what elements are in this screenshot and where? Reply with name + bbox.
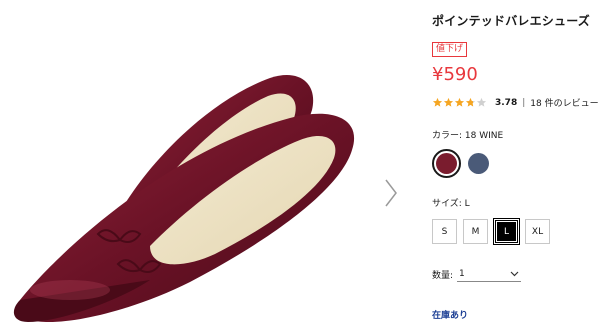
selected-color: 18 WINE [464, 131, 504, 141]
color-swatch-fill [468, 153, 489, 174]
price: ¥590 [432, 64, 478, 85]
selected-size: L [464, 199, 470, 209]
quantity-label: 数量: [432, 270, 454, 281]
star-rating [432, 97, 487, 108]
sale-badge: 値下げ [432, 42, 468, 57]
size-option-xl[interactable]: XL [525, 219, 550, 244]
star-icon [432, 97, 443, 107]
size-option-m[interactable]: M [463, 219, 488, 244]
size-options: S M L XL [432, 218, 556, 245]
size-label-row: サイズ: L [432, 196, 470, 209]
size-option-s[interactable]: S [432, 219, 457, 244]
review-count-link[interactable]: 18 件のレビュー [530, 96, 598, 109]
size-option-l[interactable]: L [493, 218, 520, 245]
color-swatches [432, 149, 496, 178]
star-icon [454, 97, 465, 107]
shoes-illustration [13, 74, 355, 323]
rating-separator: | [522, 97, 526, 108]
color-label: カラー: [432, 131, 463, 141]
star-icon [443, 97, 454, 107]
color-label-row: カラー: 18 WINE [432, 128, 503, 141]
color-swatch-1[interactable] [432, 149, 461, 178]
color-swatch-fill [436, 153, 457, 174]
carousel-next-button[interactable] [384, 178, 406, 214]
chevron-right-icon [385, 179, 397, 207]
quantity-value: 1 [459, 268, 465, 279]
rating: 3.78 | 18 件のレビュー [432, 96, 599, 109]
size-label: サイズ: [432, 199, 462, 209]
stock-status[interactable]: 在庫あり [432, 308, 468, 321]
rating-value: 3.78 [495, 97, 518, 108]
quantity-row: 数量: 1 [432, 266, 522, 282]
chevron-down-icon [510, 271, 519, 276]
color-swatch-2[interactable] [464, 149, 493, 178]
product-image [0, 0, 420, 330]
quantity-select[interactable]: 1 [457, 266, 522, 282]
star-icon [465, 97, 476, 107]
product-title: ポインテッドバレエシューズ [432, 14, 591, 28]
product-detail-panel: ポインテッドバレエシューズ 値下げ ¥590 3.78 | 18 件のレビュー … [432, 0, 600, 330]
star-icon [476, 97, 487, 107]
